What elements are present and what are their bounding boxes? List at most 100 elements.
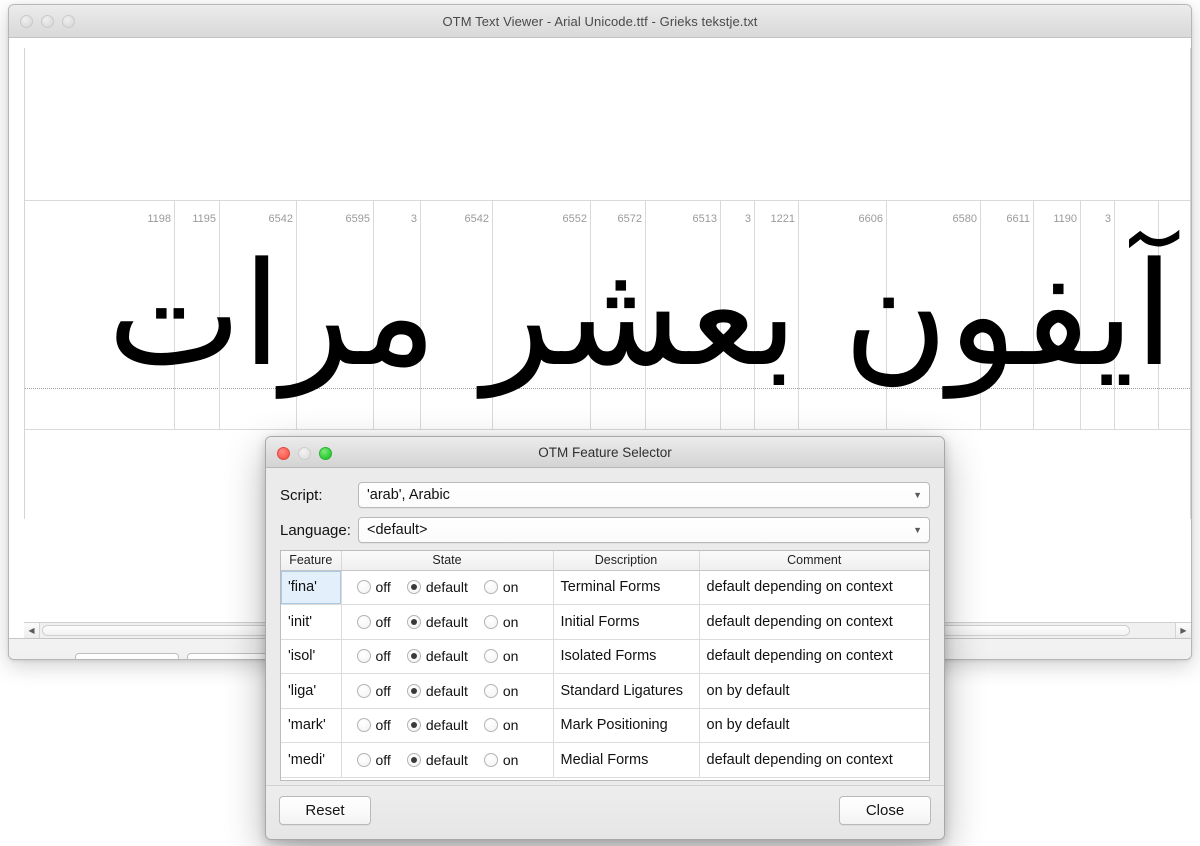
feature-table-container[interactable]: Feature State Description Comment 'fina'… (280, 550, 930, 781)
dialog-body: Script: 'arab', Arabic ▼ Language: <defa… (266, 468, 944, 781)
state-radio-default[interactable]: default (406, 717, 468, 734)
radio-button-icon[interactable] (483, 718, 498, 733)
state-radio-label: default (425, 613, 468, 630)
radio-button-icon[interactable] (483, 752, 498, 767)
scroll-left-arrow-icon[interactable]: ◀ (24, 623, 40, 638)
state-radio-off[interactable]: off (356, 751, 391, 768)
state-radio-label: on (502, 717, 519, 734)
language-selected-value: <default> (367, 522, 428, 538)
state-radio-on[interactable]: on (483, 614, 518, 630)
close-icon[interactable] (20, 15, 33, 28)
script-selected-value: 'arab', Arabic (367, 487, 450, 503)
table-row[interactable]: 'init' off default on Initial Forms default d… (281, 604, 929, 640)
table-row[interactable]: 'isol' off default on Isolated Forms default … (281, 639, 929, 674)
reset-button[interactable]: Reset (279, 796, 371, 825)
state-radio-off[interactable]: off (356, 717, 391, 734)
radio-button-icon[interactable] (356, 752, 371, 767)
language-row: Language: <default> ▼ (280, 515, 930, 545)
feature-tag-cell[interactable]: 'fina' (281, 570, 342, 605)
state-radio-on[interactable]: on (483, 648, 519, 665)
radio-button-icon[interactable] (406, 649, 421, 664)
state-radio-off[interactable]: off (356, 683, 391, 699)
column-header-feature[interactable]: Feature (281, 551, 342, 571)
radio-button-icon[interactable] (356, 649, 371, 664)
script-label: Script: (280, 486, 323, 504)
chevron-down-icon[interactable]: ▼ (913, 483, 922, 507)
font-open-button[interactable]: Open... (75, 653, 179, 659)
state-radio-default[interactable]: default (406, 648, 468, 665)
main-window-titlebar[interactable]: OTM Text Viewer - Arial Unicode.ttf - Gr… (9, 5, 1191, 38)
radio-button-icon[interactable] (356, 614, 371, 629)
feature-tag-cell[interactable]: 'medi' (281, 742, 342, 778)
radio-button-icon[interactable] (356, 718, 371, 733)
radio-button-icon[interactable] (483, 683, 498, 698)
dialog-titlebar[interactable]: OTM Feature Selector (266, 437, 944, 468)
state-radio-off[interactable]: off (356, 579, 391, 596)
state-radio-label: default (425, 682, 468, 699)
state-radio-on[interactable]: on (483, 752, 518, 768)
radio-button-icon[interactable] (356, 683, 371, 698)
feature-state-cell: off default on (341, 742, 554, 778)
column-header-state[interactable]: State (341, 551, 554, 571)
feature-state-cell: off default on (341, 639, 554, 674)
state-radio-label: off (375, 579, 391, 596)
feature-comment-cell: default depending on context (699, 639, 929, 674)
zoom-icon[interactable] (319, 447, 332, 460)
radio-button-icon[interactable] (483, 649, 498, 664)
radio-button-icon[interactable] (483, 580, 498, 595)
state-radio-default[interactable]: default (406, 613, 468, 630)
zoom-icon[interactable] (62, 15, 75, 28)
radio-button-icon[interactable] (406, 752, 421, 767)
state-radio-label: on (502, 648, 519, 665)
feature-tag-cell[interactable]: 'isol' (281, 639, 342, 674)
state-radio-on[interactable]: on (483, 579, 518, 595)
state-radio-off[interactable]: off (356, 648, 391, 664)
state-radio-on[interactable]: on (483, 717, 519, 734)
table-row[interactable]: 'mark' off default on Mark Positioning on by … (281, 708, 929, 743)
script-row: Script: 'arab', Arabic ▼ (280, 480, 930, 510)
feature-comment-cell: default depending on context (699, 570, 929, 605)
radio-button-icon[interactable] (406, 718, 421, 733)
column-header-description[interactable]: Description (553, 551, 700, 571)
radio-button-icon[interactable] (356, 580, 371, 595)
close-button[interactable]: Close (839, 796, 931, 825)
feature-tag-cell[interactable]: 'liga' (281, 673, 342, 709)
state-radio-label: off (375, 751, 391, 768)
table-row[interactable]: 'fina' off default on Terminal Forms default … (281, 570, 929, 605)
radio-button-icon[interactable] (406, 580, 421, 595)
feature-tag-cell[interactable]: 'init' (281, 604, 342, 640)
minimize-icon[interactable] (41, 15, 54, 28)
state-radio-default[interactable]: default (406, 579, 468, 595)
state-radio-on[interactable]: on (483, 683, 518, 699)
state-radio-off[interactable]: off (356, 613, 391, 630)
feature-description-cell: Mark Positioning (553, 708, 700, 743)
radio-button-icon[interactable] (406, 614, 421, 629)
feature-state-cell: off default on (341, 604, 554, 640)
state-radio-label: off (375, 717, 391, 734)
feature-state-cell: off default on (341, 673, 554, 709)
radio-button-icon[interactable] (406, 683, 421, 698)
radio-button-icon[interactable] (483, 614, 498, 629)
state-radio-default[interactable]: default (406, 682, 468, 699)
feature-comment-cell: on by default (699, 708, 929, 743)
feature-description-cell: Standard Ligatures (553, 673, 700, 709)
feature-table: Feature State Description Comment 'fina'… (281, 551, 929, 778)
dialog-footer: Reset Close (266, 785, 944, 839)
close-icon[interactable] (277, 447, 290, 460)
state-radio-label: default (425, 717, 468, 734)
language-select[interactable]: <default> ▼ (358, 517, 930, 543)
minimize-icon[interactable] (298, 447, 311, 460)
table-row[interactable]: 'liga' off default on Standard Ligatures on b… (281, 673, 929, 709)
script-select[interactable]: 'arab', Arabic ▼ (358, 482, 930, 508)
feature-comment-cell: default depending on context (699, 742, 929, 778)
chevron-down-icon[interactable]: ▼ (913, 518, 922, 542)
scroll-right-arrow-icon[interactable]: ▶ (1175, 623, 1191, 638)
table-row[interactable]: 'medi' off default on Medial Forms default de… (281, 742, 929, 778)
column-header-comment[interactable]: Comment (699, 551, 929, 571)
feature-state-cell: off default on (341, 708, 554, 743)
table-header-row: Feature State Description Comment (281, 551, 929, 571)
feature-tag-cell[interactable]: 'mark' (281, 708, 342, 743)
state-radio-label: default (425, 648, 468, 665)
state-radio-label: off (375, 613, 391, 630)
state-radio-default[interactable]: default (406, 752, 468, 768)
